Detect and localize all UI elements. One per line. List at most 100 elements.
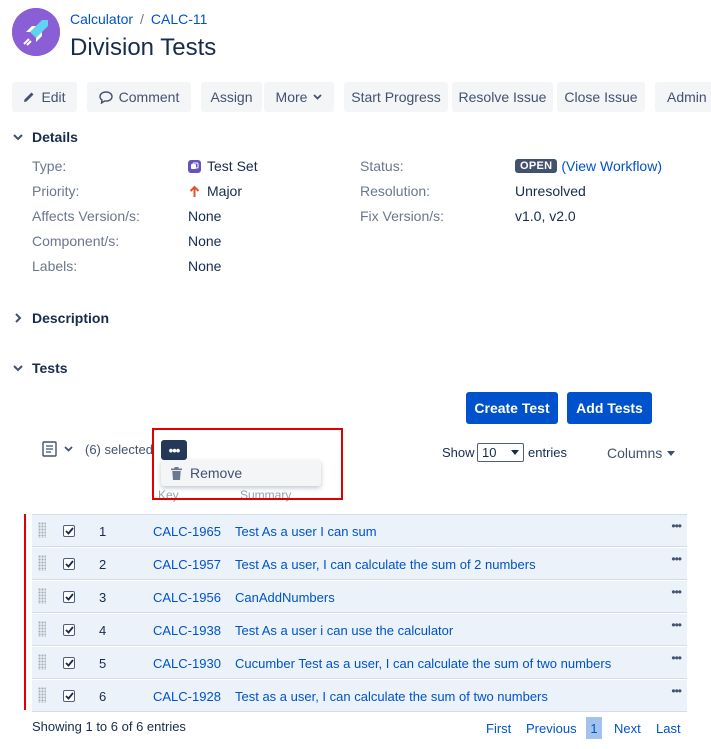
drag-handle-icon[interactable] (38, 654, 46, 670)
tests-heading: Tests (32, 360, 68, 376)
close-issue-button[interactable]: Close Issue (557, 82, 645, 112)
row-checkbox[interactable] (63, 558, 75, 570)
row-checkbox[interactable] (63, 657, 75, 669)
add-tests-button[interactable]: Add Tests (567, 392, 652, 424)
row-number: 2 (99, 557, 107, 572)
row-key-link[interactable]: CALC-1928 (153, 689, 221, 704)
arrow-up-icon (189, 185, 200, 197)
details-heading: Details (32, 129, 78, 145)
highlight-box (152, 428, 343, 500)
resolve-issue-button[interactable]: Resolve Issue (452, 82, 553, 112)
pager-previous[interactable]: Previous (526, 721, 577, 736)
row-summary-link[interactable]: Test As a user I can sum (235, 524, 377, 539)
drag-handle-icon[interactable] (38, 687, 46, 703)
fix-version-value[interactable]: v1.0, v2.0 (515, 208, 576, 224)
project-avatar[interactable] (12, 8, 60, 56)
labels-value: None (188, 258, 222, 274)
checkmark-icon (64, 527, 74, 535)
more-button[interactable]: More (264, 82, 334, 112)
labels-label: Labels: (32, 258, 78, 274)
row-checkbox[interactable] (63, 624, 75, 636)
type-value: Test Set (188, 158, 258, 174)
admin-button[interactable]: Admin (655, 82, 711, 112)
row-summary-link[interactable]: Test As a user i can use the calculator (235, 623, 453, 638)
bulk-select-dropdown[interactable] (42, 441, 73, 457)
drag-handle-icon[interactable] (38, 555, 46, 571)
row-summary-link[interactable]: Cucumber Test as a user, I can calculate… (235, 656, 611, 671)
status-value: OPEN (View Workflow) (515, 158, 662, 174)
row-summary-link[interactable]: Test as a user, I can calculate the sum … (235, 689, 548, 704)
pager-next[interactable]: Next (614, 721, 641, 736)
page-title: Division Tests (70, 34, 217, 61)
resolution-label: Resolution: (360, 183, 431, 199)
comment-label: Comment (118, 89, 180, 105)
table-info: Showing 1 to 6 of 6 entries (32, 719, 186, 734)
breadcrumb-project[interactable]: Calculator (70, 11, 133, 27)
table-row[interactable]: 1 CALC-1965 Test As a user I can sum ••• (32, 515, 687, 547)
entries-select[interactable]: 10 (477, 443, 524, 462)
row-number: 3 (99, 590, 107, 605)
checklist-icon (42, 441, 57, 457)
row-actions-icon[interactable]: ••• (671, 684, 682, 698)
create-test-button[interactable]: Create Test (466, 392, 558, 424)
columns-button[interactable]: Columns (607, 445, 676, 461)
caret-down-icon (667, 450, 676, 456)
row-actions-icon[interactable]: ••• (671, 519, 682, 533)
test-set-icon (188, 159, 201, 173)
priority-value-text: Major (207, 183, 243, 199)
resolution-value: Unresolved (515, 183, 586, 199)
type-value-text: Test Set (207, 158, 258, 174)
drag-handle-icon[interactable] (38, 621, 46, 637)
row-checkbox[interactable] (63, 591, 75, 603)
tests-toggle[interactable]: Tests (12, 360, 68, 376)
checkmark-icon (64, 692, 74, 700)
row-key-link[interactable]: CALC-1938 (153, 623, 221, 638)
more-label: More (275, 89, 308, 105)
row-checkbox[interactable] (63, 690, 75, 702)
row-summary-link[interactable]: Test As a user, I can calculate the sum … (235, 557, 536, 572)
comment-button[interactable]: Comment (87, 82, 191, 112)
description-toggle[interactable]: Description (12, 310, 109, 326)
start-progress-button[interactable]: Start Progress (344, 82, 448, 112)
row-actions-icon[interactable]: ••• (671, 585, 682, 599)
pager-last[interactable]: Last (656, 721, 681, 736)
row-checkbox[interactable] (63, 525, 75, 537)
drag-handle-icon[interactable] (38, 522, 46, 538)
row-actions-icon[interactable]: ••• (671, 618, 682, 632)
table-row[interactable]: 2 CALC-1957 Test As a user, I can calcul… (32, 548, 687, 580)
row-actions-icon[interactable]: ••• (671, 552, 682, 566)
row-number: 5 (99, 656, 107, 671)
fix-version-label: Fix Version/s: (360, 208, 445, 224)
row-number: 6 (99, 689, 107, 704)
breadcrumb-issue-key[interactable]: CALC-11 (151, 11, 208, 27)
selection-indicator-line (24, 514, 26, 710)
row-key-link[interactable]: CALC-1956 (153, 590, 221, 605)
table-row[interactable]: 3 CALC-1956 CanAddNumbers ••• (32, 581, 687, 613)
entries-label: entries (528, 445, 568, 460)
edit-button[interactable]: Edit (12, 82, 77, 112)
chevron-down-icon (313, 94, 323, 100)
view-workflow-link[interactable]: (View Workflow) (561, 158, 662, 174)
details-toggle[interactable]: Details (12, 129, 78, 145)
row-actions-icon[interactable]: ••• (671, 651, 682, 665)
drag-handle-icon[interactable] (38, 588, 46, 604)
chevron-down-icon (13, 365, 23, 372)
priority-label: Priority: (32, 183, 80, 199)
row-number: 4 (99, 623, 107, 638)
row-summary-link[interactable]: CanAddNumbers (235, 590, 335, 605)
row-key-link[interactable]: CALC-1965 (153, 524, 221, 539)
pager-first[interactable]: First (486, 721, 511, 736)
selected-count: (6) selected (85, 442, 153, 457)
row-key-link[interactable]: CALC-1930 (153, 656, 221, 671)
status-label: Status: (360, 158, 404, 174)
pager-current-page[interactable]: 1 (586, 717, 602, 739)
assign-button[interactable]: Assign (201, 82, 262, 112)
row-key-link[interactable]: CALC-1957 (153, 557, 221, 572)
table-row[interactable]: 5 CALC-1930 Cucumber Test as a user, I c… (32, 647, 687, 679)
chevron-down-icon (64, 446, 73, 452)
table-row[interactable]: 4 CALC-1938 Test As a user i can use the… (32, 614, 687, 646)
component-label: Component/s: (32, 233, 120, 249)
type-label: Type: (32, 158, 67, 174)
row-number: 1 (99, 524, 107, 539)
table-row[interactable]: 6 CALC-1928 Test as a user, I can calcul… (32, 680, 687, 712)
